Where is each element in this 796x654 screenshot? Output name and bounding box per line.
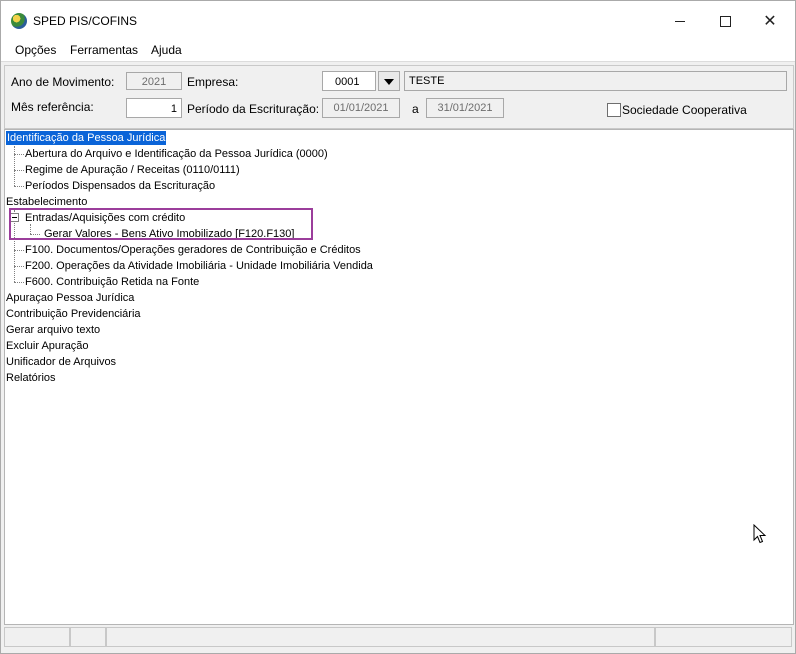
tree-item-estabelecimento[interactable]: Estabelecimento: [6, 195, 87, 209]
tree-item-regime[interactable]: Regime de Apuração / Receitas (0110/0111…: [25, 163, 240, 177]
periodo-label: Período da Escrituração:: [187, 102, 320, 116]
tree-connector: [14, 186, 24, 187]
empresa-name-field: TESTE: [404, 71, 787, 91]
status-bar: [4, 627, 792, 649]
tree-item-identificacao[interactable]: Identificação da Pessoa Jurídica: [6, 131, 167, 145]
cooperativa-label: Sociedade Cooperativa: [622, 103, 747, 117]
empresa-label: Empresa:: [187, 75, 239, 89]
mes-label: Mês referência:: [11, 100, 94, 114]
status-cell: [655, 627, 792, 647]
periodo-start-field: 01/01/2021: [322, 98, 400, 118]
tree-item-f200[interactable]: F200. Operações da Atividade Imobiliária…: [25, 259, 373, 273]
tree-item-f100[interactable]: F100. Documentos/Operações geradores de …: [25, 243, 361, 257]
periodo-end-field: 31/01/2021: [426, 98, 504, 118]
tree-item-gerar-arquivo[interactable]: Gerar arquivo texto: [6, 323, 100, 337]
tree-item-apuracao[interactable]: Apuraçao Pessoa Jurídica: [6, 291, 134, 305]
status-cell: [70, 627, 106, 647]
ano-field: 2021: [126, 72, 182, 90]
tree-connector: [14, 154, 24, 155]
app-window: SPED PIS/COFINS ✕ Opções Ferramentas Aju…: [0, 0, 796, 654]
tree-item-excluir-apuracao[interactable]: Excluir Apuração: [6, 339, 89, 353]
filter-panel: Ano de Movimento: 2021 Empresa: 0001 TES…: [4, 65, 794, 129]
tree-connector: [14, 146, 15, 186]
tree-connector: [14, 282, 24, 283]
tree-item-contribuicao-previdenciaria[interactable]: Contribuição Previdenciária: [6, 307, 141, 321]
app-icon: [11, 13, 27, 29]
menu-opcoes[interactable]: Opções: [15, 43, 56, 57]
ano-label: Ano de Movimento:: [11, 75, 115, 89]
maximize-icon: [719, 15, 731, 27]
maximize-button[interactable]: [702, 7, 748, 35]
menu-ajuda[interactable]: Ajuda: [151, 43, 182, 57]
window-title: SPED PIS/COFINS: [33, 14, 138, 28]
title-bar: SPED PIS/COFINS ✕: [1, 1, 795, 39]
menu-bar: Opções Ferramentas Ajuda: [1, 39, 795, 62]
mes-field[interactable]: 1: [126, 98, 182, 118]
mouse-pointer-icon: [753, 524, 767, 544]
highlight-box: [9, 208, 313, 240]
tree-connector: [14, 266, 24, 267]
minimize-icon: [675, 20, 685, 22]
tree-connector: [14, 250, 24, 251]
menu-ferramentas[interactable]: Ferramentas: [70, 43, 138, 57]
status-cell: [4, 627, 70, 647]
tree-connector: [14, 170, 24, 171]
empresa-dropdown-button[interactable]: [378, 71, 400, 91]
tree-item-relatorios[interactable]: Relatórios: [6, 371, 56, 385]
navigation-tree: Identificação da Pessoa Jurídica Abertur…: [4, 129, 794, 625]
close-icon: ✕: [763, 13, 777, 30]
periodo-separator: a: [412, 102, 419, 116]
close-button[interactable]: ✕: [747, 7, 793, 35]
tree-item-unificador[interactable]: Unificador de Arquivos: [6, 355, 116, 369]
tree-item-f600[interactable]: F600. Contribuição Retida na Fonte: [25, 275, 199, 289]
tree-item-abertura[interactable]: Abertura do Arquivo e Identificação da P…: [25, 147, 328, 161]
minimize-button[interactable]: [657, 7, 703, 35]
tree-item-periodos-dispensados[interactable]: Períodos Dispensados da Escrituração: [25, 179, 215, 193]
status-cell: [106, 627, 655, 647]
empresa-code-field[interactable]: 0001: [322, 71, 376, 91]
cooperativa-checkbox[interactable]: [607, 103, 621, 117]
